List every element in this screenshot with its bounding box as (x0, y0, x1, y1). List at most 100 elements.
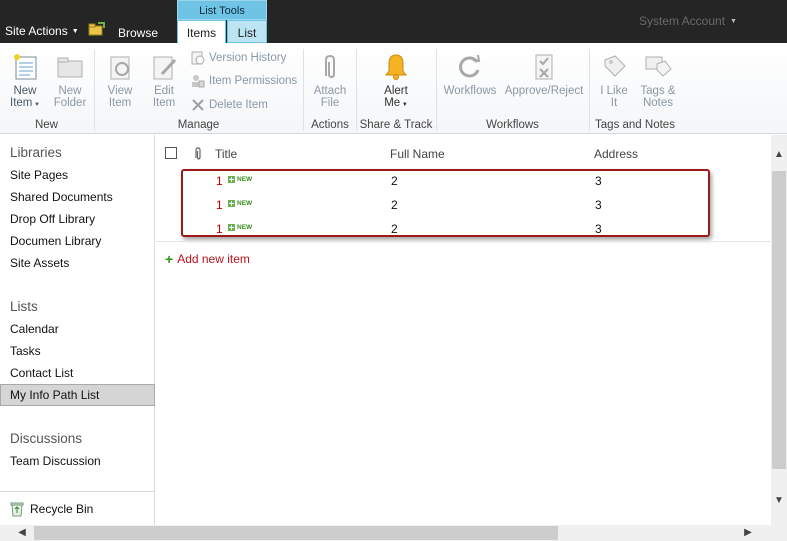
select-all-checkbox[interactable] (165, 147, 177, 159)
ribbon-group-actions: Actions (311, 119, 349, 131)
close-icon (192, 99, 204, 111)
edit-item-icon (153, 56, 177, 80)
nav-item-shared-documents[interactable]: Shared Documents (10, 190, 113, 204)
chevron-down-icon: ▼ (730, 17, 737, 25)
approve-reject-icon (535, 54, 553, 80)
i-like-it-line2: It (610, 97, 618, 109)
site-actions-menu[interactable]: Site Actions ▼ (5, 24, 79, 38)
item-permissions-icon (192, 75, 205, 88)
item-permissions-label: Item Permissions (209, 75, 298, 87)
edit-item-button[interactable]: Edit Item (145, 52, 183, 109)
approve-reject-button[interactable]: Approve/Reject (503, 52, 585, 97)
new-folder-line2: Folder (53, 97, 87, 109)
ribbon-group-new: New (34, 119, 58, 131)
navigate-up-icon[interactable] (88, 22, 105, 36)
scroll-left-icon[interactable]: ◀ (14, 525, 30, 541)
nav-item-drop-off-library[interactable]: Drop Off Library (10, 212, 95, 226)
new-folder-icon (57, 57, 83, 78)
version-history-label: Version History (209, 52, 287, 64)
scroll-down-icon[interactable]: ▼ (771, 495, 787, 506)
alert-me-button[interactable]: Alert Me ▼ (376, 52, 416, 111)
highlight-annotation-box (181, 169, 710, 237)
attach-file-button[interactable]: Attach File (310, 52, 350, 109)
view-item-button[interactable]: View Item (101, 52, 139, 109)
chevron-down-icon: ▼ (32, 102, 40, 108)
nav-heading-lists[interactable]: Lists (10, 299, 38, 314)
workflows-label: Workflows (443, 85, 497, 97)
i-like-it-button[interactable]: I Like It (596, 52, 632, 109)
alert-me-line2: Me (384, 97, 401, 109)
nav-item-my-info-path-list[interactable]: My Info Path List (0, 384, 155, 406)
new-folder-button[interactable]: New Folder (50, 52, 90, 109)
new-item-icon (14, 54, 37, 80)
nav-heading-libraries[interactable]: Libraries (10, 145, 62, 160)
add-new-item-link[interactable]: + Add new item (165, 252, 250, 266)
version-history-button[interactable]: Version History (191, 51, 286, 65)
user-menu[interactable]: System Account ▼ (639, 14, 737, 28)
column-header-full-name[interactable]: Full Name (390, 147, 445, 161)
top-bar: Site Actions ▼ Browse List Tools Items L… (0, 0, 787, 43)
chevron-down-icon: ▼ (400, 102, 408, 108)
vertical-scrollbar[interactable]: ▲ ▼ (771, 135, 787, 525)
delete-item-label: Delete Item (209, 99, 268, 111)
column-header-address[interactable]: Address (594, 147, 638, 161)
paperclip-icon (325, 54, 335, 79)
plus-icon: + (165, 251, 174, 267)
column-header-title[interactable]: Title (215, 147, 237, 161)
nav-item-team-discussion[interactable]: Team Discussion (10, 454, 101, 468)
edit-item-line1: Edit (154, 85, 174, 97)
alert-me-line1: Alert (384, 85, 408, 97)
tags-notes-line1: Tags & (640, 85, 676, 97)
ribbon: New Item ▼ New Folder New View Item Edit… (0, 43, 787, 134)
tab-items[interactable]: Items (177, 20, 226, 43)
workflow-icon (459, 54, 481, 78)
version-history-icon (191, 51, 205, 65)
tag-icon (604, 55, 626, 77)
new-item-button[interactable]: New Item ▼ (6, 52, 44, 111)
tab-list[interactable]: List (227, 20, 267, 43)
delete-item-button[interactable]: Delete Item (191, 98, 268, 112)
user-name: System Account (639, 14, 726, 28)
new-item-line1: New (13, 85, 37, 97)
nav-item-contact-list[interactable]: Contact List (10, 366, 73, 380)
view-item-icon (110, 56, 130, 80)
nav-heading-discussions[interactable]: Discussions (10, 431, 82, 446)
ribbon-group-workflows: Workflows (486, 119, 539, 131)
tags-notes-line2: Notes (642, 97, 674, 109)
tags-notes-icon (645, 56, 672, 77)
new-folder-line1: New (58, 85, 82, 97)
list-view: Title Full Name Address 1 NEW 2 3 1 NEW … (156, 135, 771, 525)
scroll-right-icon[interactable]: ▶ (740, 525, 756, 541)
horizontal-scrollbar[interactable]: ◀ ▶ (0, 525, 771, 541)
nav-item-site-assets[interactable]: Site Assets (10, 256, 69, 270)
nav-item-site-pages[interactable]: Site Pages (10, 168, 68, 182)
recycle-bin-icon (10, 502, 24, 517)
ribbon-group-manage: Manage (177, 119, 220, 131)
new-item-line2: Item (10, 97, 33, 109)
item-permissions-button[interactable]: Item Permissions (191, 74, 297, 88)
view-item-line2: Item (108, 97, 132, 109)
recycle-bin-label: Recycle Bin (30, 502, 94, 516)
scrollbar-corner (771, 525, 787, 541)
vertical-scroll-thumb[interactable] (772, 171, 786, 469)
recycle-bin-link[interactable]: Recycle Bin (10, 501, 93, 517)
site-actions-label: Site Actions (5, 24, 68, 38)
scroll-up-icon[interactable]: ▲ (771, 149, 787, 160)
tags-notes-button[interactable]: Tags & Notes (638, 52, 678, 109)
nav-item-documen-library[interactable]: Documen Library (10, 234, 101, 248)
nav-item-calendar[interactable]: Calendar (10, 322, 59, 336)
list-tools-label: List Tools (177, 0, 267, 20)
paperclip-icon (195, 147, 201, 160)
i-like-it-line1: I Like (600, 85, 628, 97)
tab-browse[interactable]: Browse (118, 26, 158, 40)
workflows-button[interactable]: Workflows (440, 52, 500, 97)
quick-launch: Libraries Site Pages Shared Documents Dr… (0, 135, 155, 525)
attach-file-line1: Attach (313, 85, 347, 97)
chevron-down-icon: ▼ (71, 27, 79, 35)
nav-divider (0, 491, 155, 492)
add-new-item-label: Add new item (177, 252, 250, 266)
approve-reject-label: Approve/Reject (504, 85, 584, 97)
nav-item-tasks[interactable]: Tasks (10, 344, 41, 358)
horizontal-scroll-thumb[interactable] (34, 526, 558, 540)
list-divider (156, 241, 771, 242)
